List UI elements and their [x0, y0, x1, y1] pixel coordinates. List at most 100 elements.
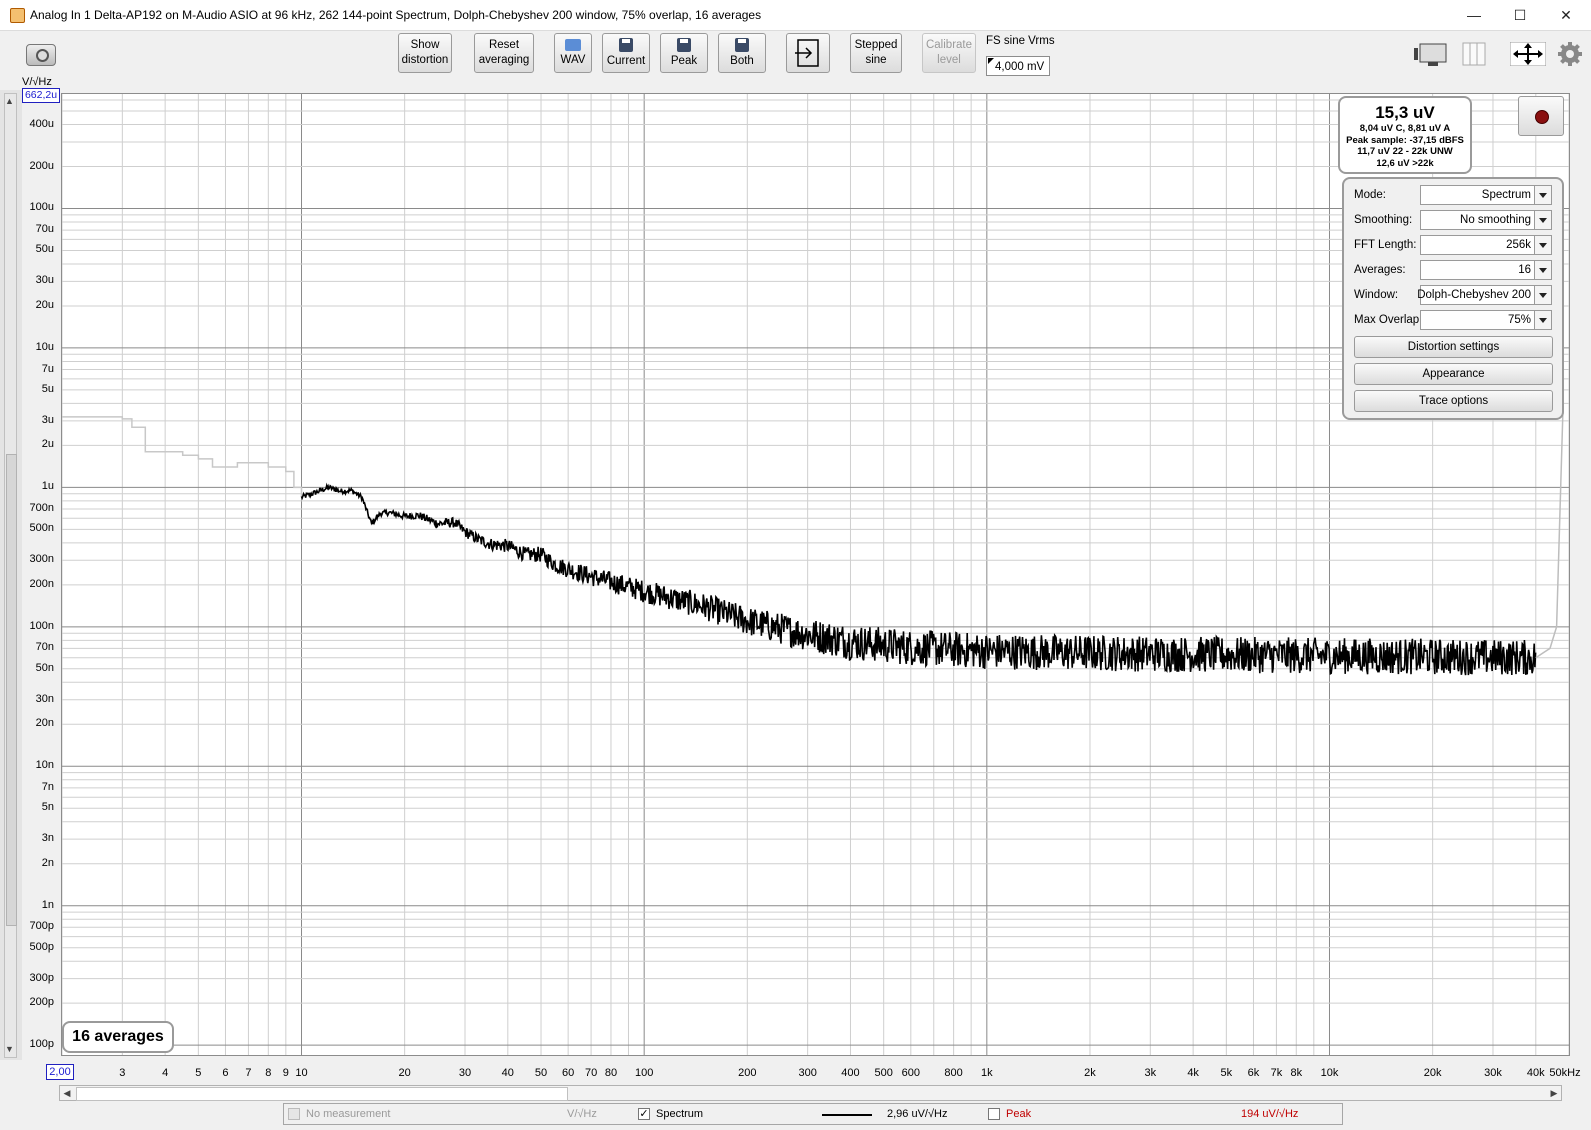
- stepped-sine-button[interactable]: Stepped sine: [850, 33, 902, 73]
- current-label: Current: [606, 54, 646, 67]
- fft-length-select[interactable]: 256k: [1420, 235, 1552, 255]
- camera-icon[interactable]: [26, 44, 56, 66]
- save-icon: [735, 37, 749, 52]
- chevron-down-icon[interactable]: [1534, 211, 1551, 229]
- show-distortion-button[interactable]: Show distortion: [398, 33, 452, 73]
- spectrum-legend-line: [822, 1114, 872, 1116]
- scroll-left-icon[interactable]: ◀: [60, 1086, 74, 1100]
- y-tick-label: 1u: [41, 480, 54, 493]
- y-tick-label: 2n: [41, 856, 54, 869]
- x-tick-label: 60: [562, 1067, 575, 1079]
- x-tick-label: 200: [738, 1067, 757, 1079]
- x-tick-label: 40: [501, 1067, 514, 1079]
- title-bar: Analog In 1 Delta-AP192 on M-Audio ASIO …: [0, 0, 1591, 31]
- x-tick-label: 7k: [1270, 1067, 1283, 1079]
- window-select[interactable]: Dolph-Chebyshev 200: [1417, 285, 1552, 305]
- series-line-2: [1535, 411, 1564, 659]
- fs-sine-label: FS sine Vrms: [986, 35, 1055, 47]
- save-icon: [619, 37, 633, 52]
- calibrate-level-label-2: level: [937, 54, 961, 66]
- vertical-scrollbar[interactable]: ▲ ▼: [4, 93, 17, 1058]
- save-both-button[interactable]: Both: [718, 33, 766, 73]
- fft-length-value: 256k: [1506, 239, 1531, 251]
- y-tick-label: 30u: [35, 274, 54, 287]
- y-tick-label: 500n: [29, 522, 54, 535]
- window-label: Window:: [1354, 289, 1399, 301]
- y-tick-label: 50u: [35, 243, 54, 256]
- calibrate-level-button[interactable]: Calibrate level: [922, 33, 976, 73]
- y-tick-label: 70u: [35, 223, 54, 236]
- no-measurement-checkbox[interactable]: [288, 1108, 300, 1120]
- spectrum-checkbox[interactable]: ✓: [638, 1108, 650, 1120]
- chevron-down-icon[interactable]: [1534, 236, 1551, 254]
- chevron-down-icon[interactable]: [1534, 261, 1551, 279]
- chevron-down-icon[interactable]: [1534, 186, 1551, 204]
- max-overlap-select[interactable]: 75%: [1420, 310, 1552, 330]
- reset-averaging-button[interactable]: Reset averaging: [474, 33, 534, 73]
- record-button[interactable]: [1518, 96, 1564, 136]
- columns-icon[interactable]: [1462, 42, 1486, 72]
- wav-label: WAV: [560, 53, 586, 66]
- stepped-sine-label-1: Stepped: [854, 39, 898, 51]
- window-value: Dolph-Chebyshev 200: [1417, 289, 1531, 301]
- folder-icon: [565, 38, 581, 51]
- horizontal-scroll-thumb[interactable]: [76, 1087, 568, 1101]
- y-tick-label: 2u: [41, 438, 54, 451]
- show-distortion-label-1: Show: [410, 39, 440, 51]
- save-peak-button[interactable]: Peak: [660, 33, 708, 73]
- wav-button[interactable]: WAV: [554, 33, 592, 73]
- x-tick-label: 800: [944, 1067, 963, 1079]
- x-tick-label: 300: [798, 1067, 817, 1079]
- y-tick-label: 5n: [41, 801, 54, 814]
- save-current-button[interactable]: Current: [602, 33, 650, 73]
- x-tick-label: 3k: [1144, 1067, 1157, 1079]
- mode-select[interactable]: Spectrum: [1420, 185, 1552, 205]
- spectrum-legend-value: 2,96 uV/√Hz: [887, 1108, 948, 1120]
- scroll-up-icon[interactable]: ▲: [4, 94, 15, 108]
- graph-layout-icon[interactable]: [1414, 40, 1450, 74]
- smoothing-value: No smoothing: [1460, 214, 1531, 226]
- y-max-input[interactable]: 662,2u: [22, 88, 60, 103]
- minimize-button[interactable]: —: [1452, 0, 1496, 30]
- x-tick-label: 4k: [1187, 1067, 1199, 1079]
- chevron-down-icon[interactable]: [1534, 286, 1551, 304]
- input-select-button[interactable]: [786, 33, 830, 73]
- readout-peak-sample: Peak sample: -37,15 dBFS: [1346, 134, 1464, 146]
- readout-main: 15,3 uV: [1375, 103, 1435, 122]
- series-line-1: [300, 482, 1537, 676]
- y-tick-label: 7u: [41, 362, 54, 375]
- fs-sine-input[interactable]: 4,000 mV: [986, 56, 1050, 76]
- peak-checkbox[interactable]: [988, 1108, 1000, 1120]
- gear-icon[interactable]: [1558, 42, 1582, 72]
- control-panel: Mode: Spectrum Smoothing: No smoothing F…: [1342, 177, 1564, 420]
- smoothing-select[interactable]: No smoothing: [1420, 210, 1552, 230]
- y-tick-label: 100n: [29, 619, 54, 632]
- y-tick-label: 500p: [29, 940, 54, 953]
- y-tick-label: 20n: [35, 717, 54, 730]
- distortion-settings-button[interactable]: Distortion settings: [1354, 336, 1553, 358]
- mode-label: Mode:: [1354, 189, 1386, 201]
- trace-options-button[interactable]: Trace options: [1354, 390, 1553, 412]
- legend-bar: No measurement V/√Hz ✓ Spectrum 2,96 uV/…: [283, 1103, 1343, 1125]
- maximize-button[interactable]: ☐: [1498, 0, 1542, 30]
- x-tick-label: 6: [222, 1067, 229, 1079]
- chevron-down-icon[interactable]: [1534, 311, 1551, 329]
- y-tick-label: 300p: [29, 971, 54, 984]
- close-button[interactable]: ✕: [1544, 0, 1588, 30]
- scroll-down-icon[interactable]: ▼: [4, 1042, 15, 1056]
- series-line-0: [62, 416, 303, 498]
- appearance-button[interactable]: Appearance: [1354, 363, 1553, 385]
- scroll-right-icon[interactable]: ▶: [1547, 1086, 1561, 1100]
- horizontal-scrollbar[interactable]: ◀ ▶: [59, 1085, 1562, 1101]
- x-tick-label: 100: [634, 1067, 654, 1079]
- x-tick-label: 70: [584, 1067, 598, 1079]
- x-min-input[interactable]: 2,00: [46, 1064, 74, 1080]
- readout-above-22k: 12,6 uV >22k: [1376, 157, 1434, 169]
- x-tick-label: 5k: [1220, 1067, 1233, 1079]
- input-arrow-icon: [795, 39, 819, 67]
- averages-select[interactable]: 16: [1420, 260, 1552, 280]
- level-readout[interactable]: 15,3 uV 8,04 uV C, 8,81 uV A Peak sample…: [1338, 96, 1472, 174]
- window-title: Analog In 1 Delta-AP192 on M-Audio ASIO …: [30, 8, 762, 22]
- zoom-fit-icon[interactable]: [1509, 41, 1547, 72]
- y-tick-label: 200u: [29, 159, 54, 172]
